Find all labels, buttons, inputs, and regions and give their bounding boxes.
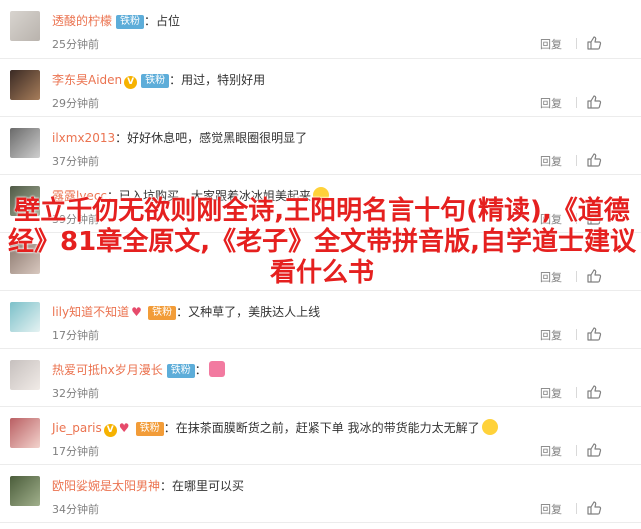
avatar[interactable] [10,128,40,158]
colon-separator: ： [115,131,128,145]
username-link[interactable]: Jie_paris [52,421,102,435]
comment-text: 又种草了，美肤达人上线 [188,305,321,319]
colon-separator: ： [160,479,173,493]
comment-timestamp: 25分钟前 [52,38,99,51]
colon-separator: ： [169,73,182,87]
like-thumb-icon[interactable] [586,152,602,168]
avatar[interactable] [10,302,40,332]
fan-badge: 铁粉 [148,306,177,320]
avatar[interactable] [10,418,40,448]
heart-icon: ♥ [118,421,130,435]
username-link[interactable]: 热爱可抵hx岁月漫长 [52,363,163,377]
action-divider [576,329,577,340]
username-link[interactable]: 欧阳娑婉是太阳男神 [52,479,160,493]
reply-link[interactable]: 回复 [540,36,562,52]
comment-item: lily知道不知道 ♥ 铁粉 ：又种草了，美肤达人上线 17分钟前 回复 [0,291,641,349]
colon-separator: ： [163,421,176,435]
comment-line: ilxmx2013：好好休息吧，感觉黑眼圈很明显了 [52,129,307,147]
action-divider [576,387,577,398]
avatar[interactable] [10,360,40,390]
comment-line: 热爱可抵hx岁月漫长 铁粉： [52,361,225,379]
fan-badge: 铁粉 [116,15,145,29]
watermark-title-overlay: 壁立千仞无欲则刚全诗,王阳明名言十句(精读),《道德经》81章全原文,《老子》全… [8,196,636,288]
comment-line: 透酸的柠檬 铁粉 ：占位 [52,12,180,30]
action-divider [576,97,577,108]
fan-badge: 铁粉 [141,74,170,88]
fan-badge: 铁粉 [166,364,195,378]
comment-text: 用过，特别好用 [181,73,266,87]
comment-text: 在抹茶面膜断货之前，赶紧下单 我冰的带货能力太无解了 [175,421,480,435]
reply-link[interactable]: 回复 [540,501,562,517]
comment-line: lily知道不知道 ♥ 铁粉 ：又种草了，美肤达人上线 [52,303,320,321]
comment-timestamp: 29分钟前 [52,97,99,110]
comment-item: 热爱可抵hx岁月漫长 铁粉： 32分钟前 回复 [0,349,641,407]
avatar[interactable] [10,11,40,41]
username-link[interactable]: 透酸的柠檬 [52,14,112,28]
comment-line: Jie_paris V ♥ 铁粉 ：在抹茶面膜断货之前，赶紧下单 我冰的带货能力太无解了 [52,419,498,437]
comment-text: 好好休息吧，感觉黑眼圈很明显了 [127,131,308,145]
action-divider [576,445,577,456]
like-thumb-icon[interactable] [586,94,602,110]
comment-item: 李东昊Aiden V 铁粉 ：用过，特别好用 29分钟前 回复 [0,59,641,117]
username-link[interactable]: 李东昊Aiden [52,73,122,87]
comment-text: 占位 [156,14,181,28]
comment-timestamp: 34分钟前 [52,503,99,516]
comment-line: 李东昊Aiden V 铁粉 ：用过，特别好用 [52,71,265,89]
colon-separator: ： [144,14,157,28]
verified-v-icon: V [103,424,117,437]
comment-text: 在哪里可以买 [172,479,245,493]
heart-icon: ♥ [131,305,142,319]
comment-item: 欧阳娑婉是太阳男神：在哪里可以买 34分钟前 回复 [0,465,641,523]
heart-emoji-icon [208,361,225,377]
reply-link[interactable]: 回复 [540,385,562,401]
comment-item: ilxmx2013：好好休息吧，感觉黑眼圈很明显了 37分钟前 回复 [0,117,641,175]
avatar[interactable] [10,476,40,506]
fan-badge: 铁粉 [135,422,164,436]
comment-line: 欧阳娑婉是太阳男神：在哪里可以买 [52,477,244,495]
comment-timestamp: 32分钟前 [52,387,99,400]
colon-separator: ： [194,363,207,377]
colon-separator: ： [176,305,189,319]
action-divider [576,38,577,49]
like-thumb-icon[interactable] [586,35,602,51]
comment-timestamp: 17分钟前 [52,329,99,342]
like-thumb-icon[interactable] [586,442,602,458]
reply-link[interactable]: 回复 [540,95,562,111]
like-thumb-icon[interactable] [586,500,602,516]
reply-link[interactable]: 回复 [540,153,562,169]
username-link[interactable]: ilxmx2013 [52,131,115,145]
comment-item: 透酸的柠檬 铁粉 ：占位 25分钟前 回复 [0,0,641,59]
action-divider [576,503,577,514]
action-divider [576,155,577,166]
username-link[interactable]: lily知道不知道 [52,305,129,319]
like-thumb-icon[interactable] [586,326,602,342]
reply-link[interactable]: 回复 [540,327,562,343]
comment-timestamp: 37分钟前 [52,155,99,168]
like-thumb-icon[interactable] [586,384,602,400]
reply-link[interactable]: 回复 [540,443,562,459]
comment-item: Jie_paris V ♥ 铁粉 ：在抹茶面膜断货之前，赶紧下单 我冰的带货能力太无解了… [0,407,641,465]
avatar[interactable] [10,70,40,100]
comment-timestamp: 17分钟前 [52,445,99,458]
verified-v-icon: V [124,76,138,89]
smile-emoji-icon [481,419,498,435]
